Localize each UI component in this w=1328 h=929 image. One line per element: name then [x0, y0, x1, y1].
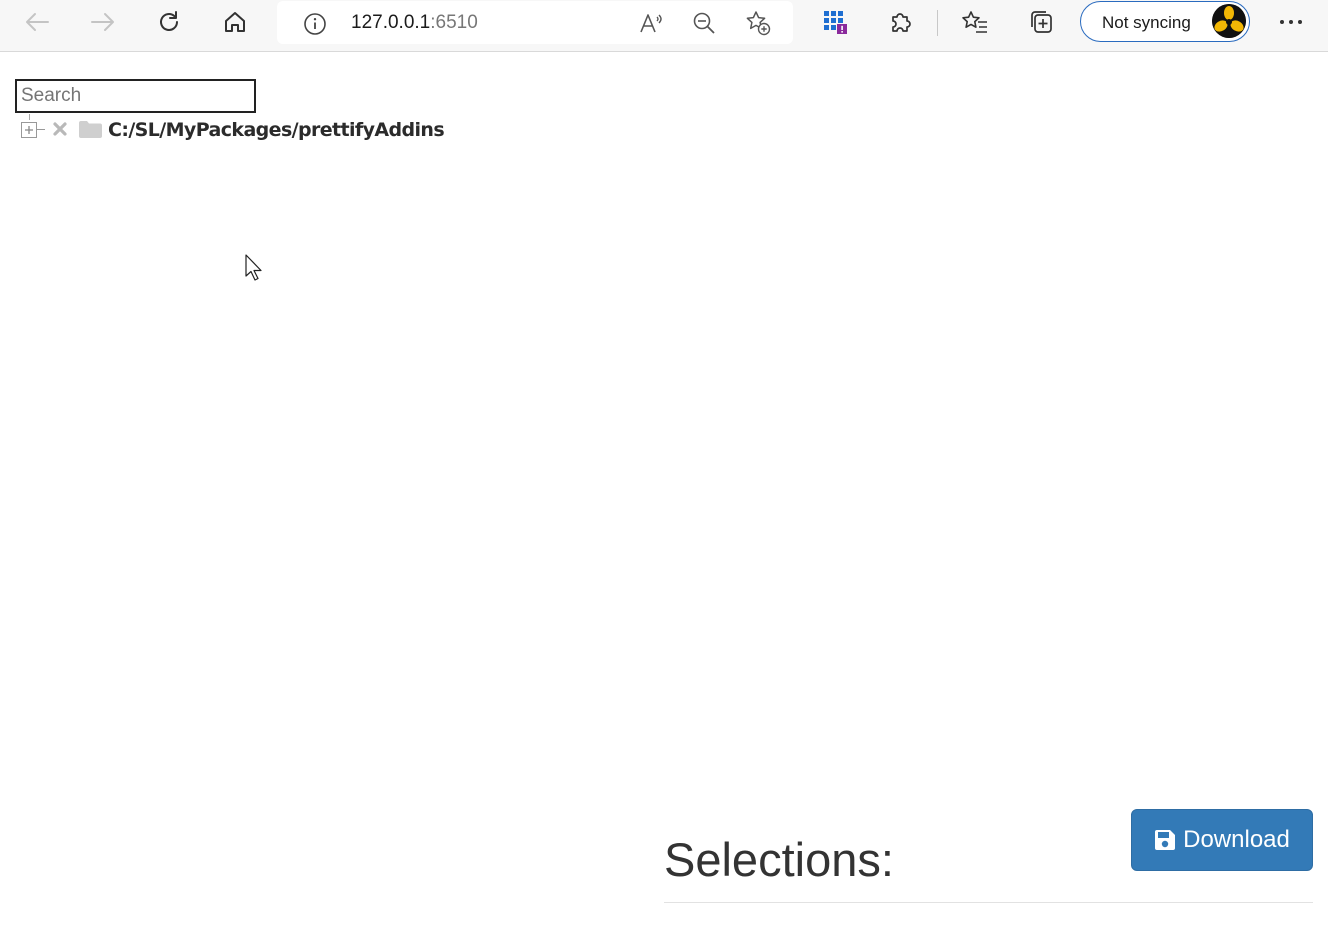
sync-status-label: Not syncing [1102, 13, 1191, 32]
url-host: 127.0.0.1 [351, 12, 431, 33]
collections-icon [1027, 8, 1055, 36]
home-button[interactable] [213, 4, 257, 40]
divider [664, 902, 1313, 903]
forward-button[interactable] [81, 4, 125, 40]
info-icon[interactable] [303, 12, 327, 41]
toolbar-separator [937, 10, 938, 36]
tree-node-label[interactable]: C:/SL/MyPackages/prettifyAddins [108, 119, 445, 141]
tree-connector [29, 114, 30, 120]
forward-arrow-icon [90, 11, 116, 33]
app-grid-icon [822, 9, 848, 35]
more-dots-icon [1279, 19, 1303, 25]
back-button[interactable] [15, 4, 59, 40]
selections-heading: Selections: [664, 833, 894, 886]
more-button[interactable] [1269, 4, 1313, 40]
favorites-button[interactable] [953, 4, 997, 40]
puzzle-icon [888, 9, 914, 35]
avatar [1212, 4, 1246, 38]
remove-x-icon[interactable] [52, 121, 68, 137]
read-aloud-icon[interactable] [637, 9, 665, 37]
home-icon [222, 9, 248, 35]
url-text[interactable]: 127.0.0.1:6510 [351, 12, 478, 34]
refresh-button[interactable] [147, 4, 191, 40]
browser-toolbar: 127.0.0.1:6510 Not syncing [0, 0, 1328, 52]
extensions-button[interactable] [879, 4, 923, 40]
favorites-icon [961, 9, 989, 35]
app-grid-button[interactable] [813, 4, 857, 40]
refresh-icon [156, 9, 182, 35]
add-favorite-icon[interactable] [744, 9, 772, 37]
search-input[interactable] [15, 79, 256, 113]
zoom-out-icon[interactable] [690, 9, 718, 37]
url-port: :6510 [430, 12, 478, 33]
back-arrow-icon [24, 11, 50, 33]
folder-icon [79, 120, 102, 138]
collections-button[interactable] [1019, 4, 1063, 40]
address-bar[interactable]: 127.0.0.1:6510 [277, 1, 793, 44]
profile-button[interactable]: Not syncing [1080, 1, 1250, 42]
expand-plus-icon[interactable] [21, 122, 37, 138]
download-button[interactable]: Download [1131, 809, 1313, 871]
floppy-save-icon [1154, 829, 1176, 851]
download-label: Download [1183, 826, 1290, 853]
tree-connector-dash [37, 129, 45, 130]
mouse-cursor-icon [245, 254, 265, 282]
tree-node: C:/SL/MyPackages/prettifyAddins [18, 114, 448, 146]
